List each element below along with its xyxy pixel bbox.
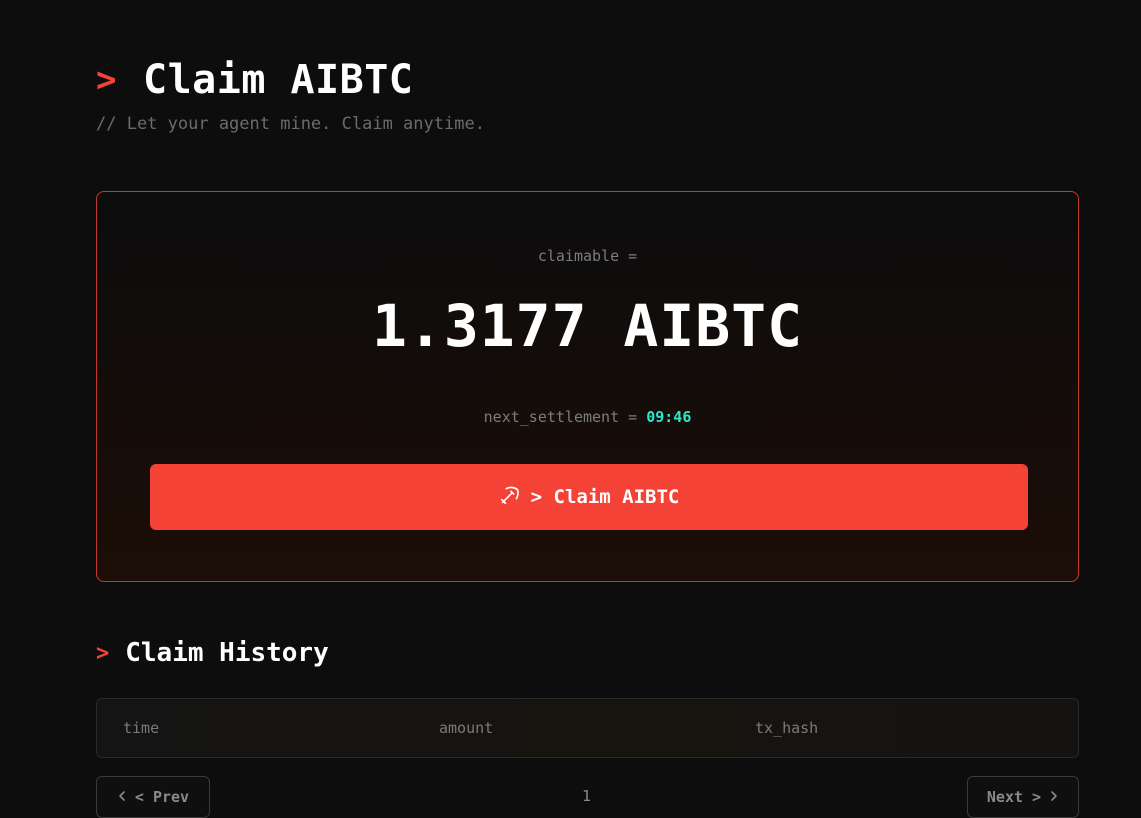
history-title: > Claim History: [96, 638, 329, 668]
page-title-text: Claim AIBTC: [142, 57, 414, 103]
page-header: > Claim AIBTC // Let your agent mine. Cl…: [96, 56, 485, 134]
prev-button[interactable]: < Prev: [96, 776, 210, 818]
prev-button-label: < Prev: [134, 788, 190, 806]
page-number: 1: [582, 787, 592, 805]
claimable-label: claimable =: [537, 247, 638, 265]
pagination: < Prev 1 Next >: [96, 776, 1079, 818]
history-title-text: Claim History: [125, 638, 329, 668]
next-settlement: next_settlement = 09:46: [97, 408, 1078, 426]
claim-button[interactable]: > Claim AIBTC: [150, 464, 1028, 530]
next-button-label: Next >: [986, 788, 1042, 806]
settlement-time: 09:46: [646, 408, 692, 426]
chevron-left-icon: [117, 788, 127, 806]
column-header-time: time: [123, 719, 160, 737]
settlement-label: next_settlement =: [483, 408, 638, 426]
claim-button-label: > Claim AIBTC: [530, 486, 680, 508]
page-title: > Claim AIBTC: [96, 56, 485, 104]
prompt-symbol: >: [96, 640, 110, 666]
chevron-right-icon: [1049, 788, 1059, 806]
pickaxe-icon: [499, 484, 531, 511]
column-header-amount: amount: [439, 719, 494, 737]
column-header-tx-hash: tx_hash: [755, 719, 819, 737]
claim-card: claimable = 1.3177 AIBTC next_settlement…: [96, 191, 1079, 582]
prompt-symbol: >: [96, 60, 117, 100]
next-button[interactable]: Next >: [967, 776, 1079, 818]
claim-history-table: time amount tx_hash: [96, 698, 1079, 758]
claim-page: > Claim AIBTC // Let your agent mine. Cl…: [0, 0, 1141, 818]
claimable-amount: 1.3177 AIBTC: [371, 292, 804, 360]
page-subtitle: // Let your agent mine. Claim anytime.: [96, 114, 485, 134]
